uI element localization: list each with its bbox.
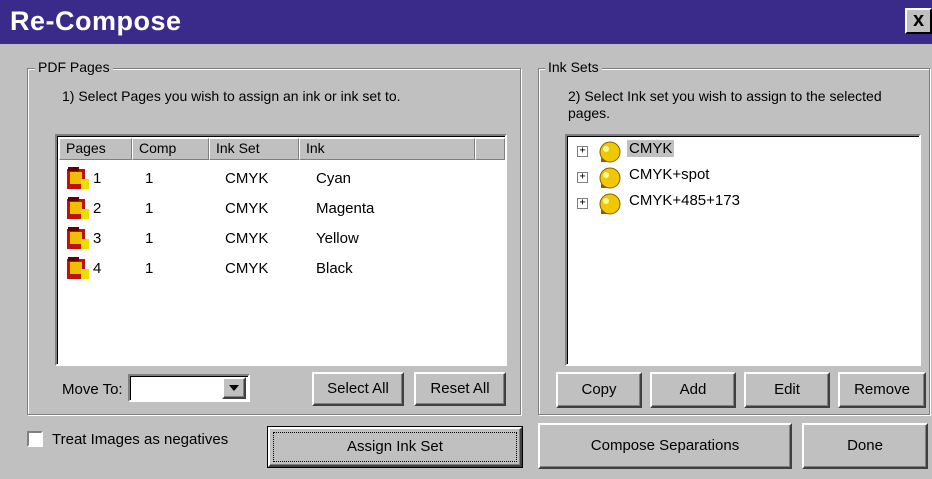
ink-value: Black xyxy=(316,260,353,277)
ink-sets-group-label: Ink Sets xyxy=(545,59,602,75)
pages-list[interactable]: Pages Comp Ink Set Ink 1 1 CMYK Cyan 2 1… xyxy=(55,134,507,366)
ink-value: Yellow xyxy=(316,230,359,247)
remove-label: Remove xyxy=(854,381,910,398)
comp-value: 1 xyxy=(145,200,154,217)
add-label: Add xyxy=(679,381,707,398)
remove-button[interactable]: Remove xyxy=(838,372,926,408)
tree-item-cmyk-spot[interactable]: + CMYK+spot xyxy=(571,164,911,190)
ink-set-label: CMYK+spot xyxy=(629,166,710,183)
reset-all-button[interactable]: Reset All xyxy=(414,372,506,406)
expand-icon[interactable]: + xyxy=(577,198,588,209)
pages-list-header: Pages Comp Ink Set Ink xyxy=(59,138,505,160)
ink-sets-tree[interactable]: + CMYK + CMYK+spot + CMYK+485+173 xyxy=(565,134,921,366)
table-row[interactable]: 1 1 CMYK Cyan xyxy=(59,164,505,194)
ink-set-icon xyxy=(599,167,621,189)
comp-value: 1 xyxy=(145,170,154,187)
table-row[interactable]: 4 1 CMYK Black xyxy=(59,254,505,284)
ink-set-icon xyxy=(599,141,621,163)
page-number: 2 xyxy=(93,200,102,217)
column-header-pages[interactable]: Pages xyxy=(59,138,132,160)
column-header-comp[interactable]: Comp xyxy=(132,138,209,160)
ink-value: Cyan xyxy=(316,170,352,187)
compose-separations-label: Compose Separations xyxy=(590,437,740,454)
assign-ink-set-label: Assign Ink Set xyxy=(273,432,517,462)
done-button[interactable]: Done xyxy=(802,423,928,469)
select-all-button[interactable]: Select All xyxy=(312,372,404,406)
expand-icon[interactable]: + xyxy=(577,146,588,157)
add-button[interactable]: Add xyxy=(650,372,736,408)
ink-set-value: CMYK xyxy=(225,260,269,277)
pdf-page-icon xyxy=(67,197,89,219)
ink-set-label: CMYK xyxy=(627,140,675,157)
page-number: 4 xyxy=(93,260,102,277)
expand-icon[interactable]: + xyxy=(577,172,588,183)
move-to-label: Move To: xyxy=(62,381,123,398)
chevron-down-icon xyxy=(229,385,239,391)
ink-set-value: CMYK xyxy=(225,230,269,247)
assign-ink-set-button[interactable]: Assign Ink Set xyxy=(267,426,523,468)
copy-button[interactable]: Copy xyxy=(556,372,642,408)
ink-sets-instruction: 2) Select Ink set you wish to assign to … xyxy=(568,88,882,121)
tree-item-cmyk-485-173[interactable]: + CMYK+485+173 xyxy=(571,190,911,216)
table-row[interactable]: 2 1 CMYK Magenta xyxy=(59,194,505,224)
reset-all-label: Reset All xyxy=(430,380,490,397)
pdf-pages-group-label: PDF Pages xyxy=(35,59,113,75)
pdf-pages-instruction: 1) Select Pages you wish to assign an in… xyxy=(62,88,401,104)
title-bar: Re-Compose x xyxy=(0,0,932,44)
close-button[interactable]: x xyxy=(905,8,932,34)
copy-label: Copy xyxy=(581,381,617,398)
done-label: Done xyxy=(847,437,883,454)
ink-set-icon xyxy=(599,193,621,215)
treat-negatives-checkbox[interactable] xyxy=(27,431,43,447)
pdf-page-icon xyxy=(67,167,89,189)
move-to-dropdown[interactable] xyxy=(128,374,250,402)
column-header-filler xyxy=(475,138,505,160)
edit-button[interactable]: Edit xyxy=(744,372,830,408)
treat-negatives-label: Treat Images as negatives xyxy=(52,431,229,448)
edit-label: Edit xyxy=(774,381,800,398)
page-number: 1 xyxy=(93,170,102,187)
comp-value: 1 xyxy=(145,230,154,247)
pdf-page-icon xyxy=(67,227,89,249)
page-number: 3 xyxy=(93,230,102,247)
ink-set-label: CMYK+485+173 xyxy=(629,192,740,209)
ink-set-value: CMYK xyxy=(225,170,269,187)
column-header-ink-set[interactable]: Ink Set xyxy=(209,138,299,160)
comp-value: 1 xyxy=(145,260,154,277)
compose-separations-button[interactable]: Compose Separations xyxy=(538,423,792,469)
select-all-label: Select All xyxy=(327,380,389,397)
dropdown-arrow-button[interactable] xyxy=(222,377,246,399)
ink-value: Magenta xyxy=(316,200,375,217)
ink-set-value: CMYK xyxy=(225,200,269,217)
window-title: Re-Compose xyxy=(10,6,182,36)
tree-item-cmyk[interactable]: + CMYK xyxy=(571,138,911,164)
pdf-page-icon xyxy=(67,257,89,279)
column-header-ink[interactable]: Ink xyxy=(299,138,475,160)
table-row[interactable]: 3 1 CMYK Yellow xyxy=(59,224,505,254)
